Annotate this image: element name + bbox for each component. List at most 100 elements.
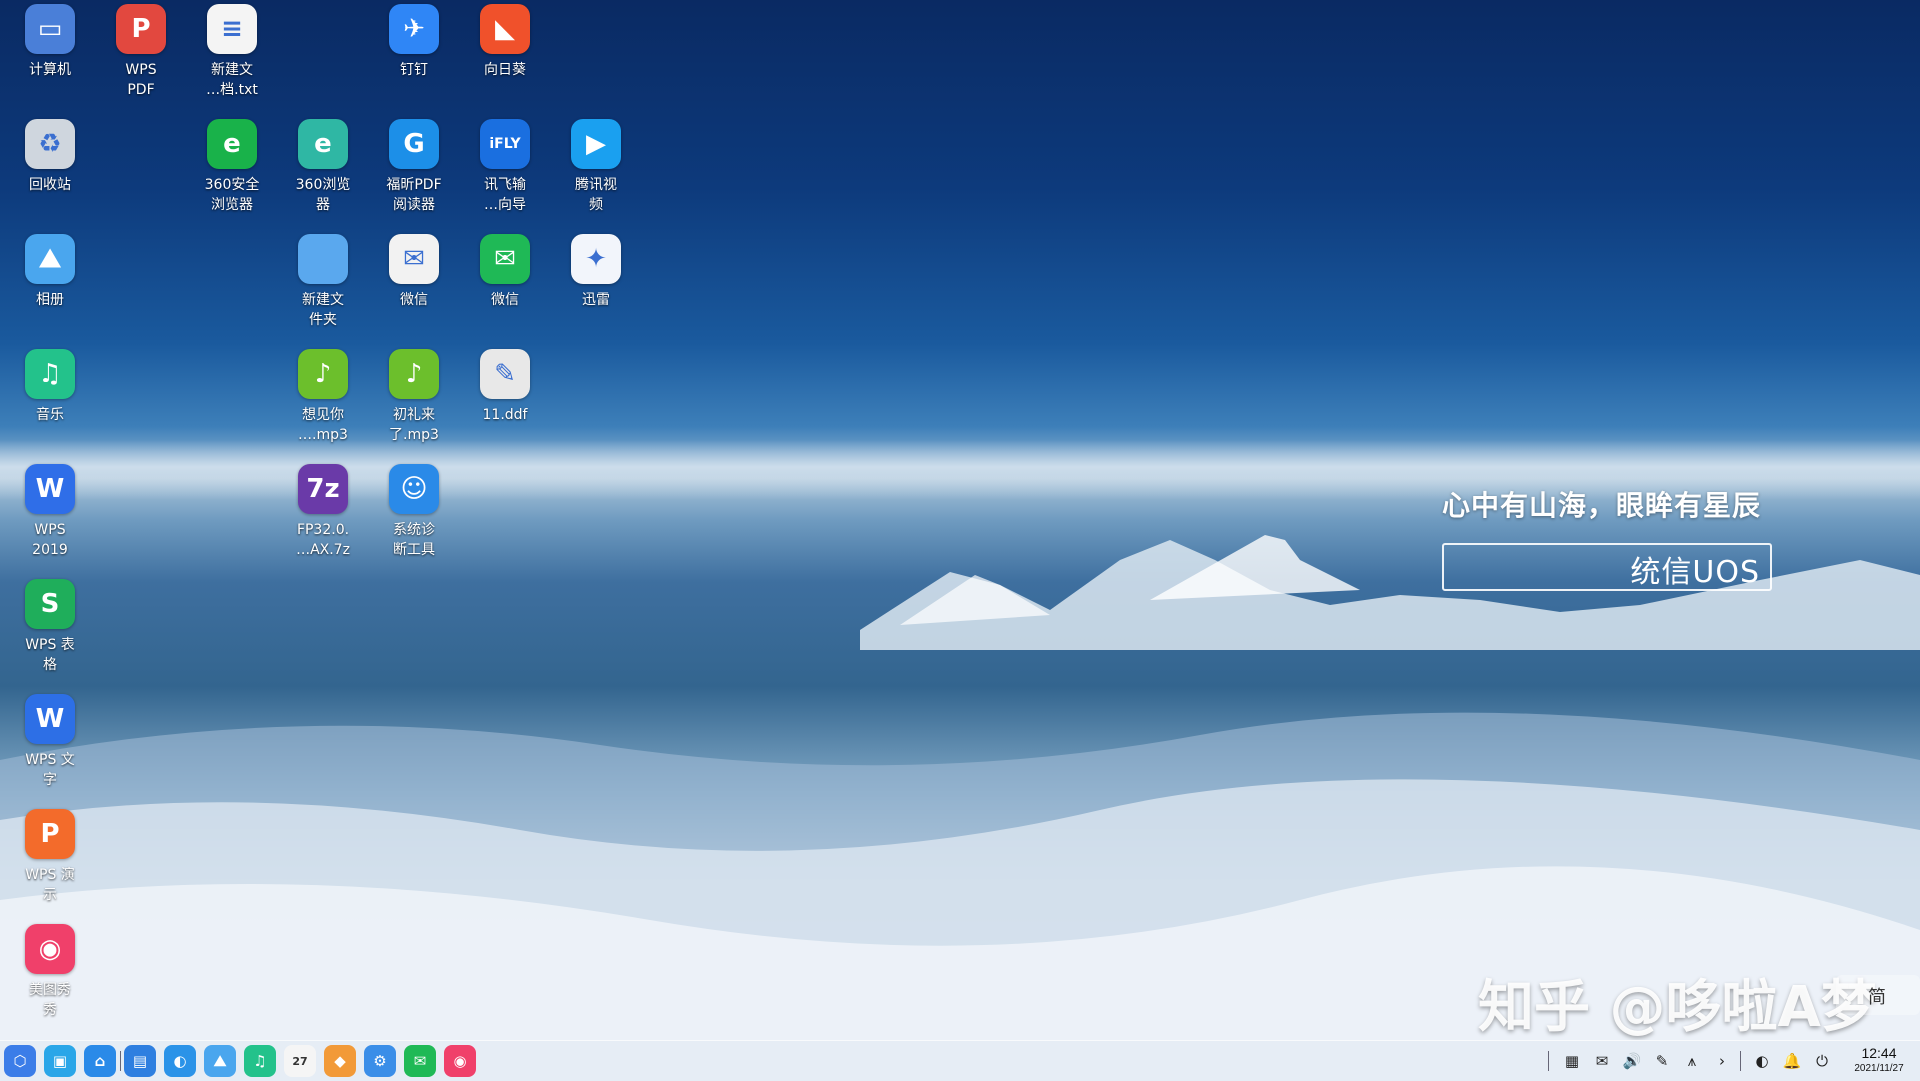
desktop-icon[interactable]: 7z FP32.0. …AX.7z (277, 464, 369, 560)
desktop-icon-label: 腾讯视 频 (575, 177, 617, 213)
desktop-icon-label: 美图秀 秀 (29, 982, 71, 1018)
desktop-icon[interactable]: G 福昕PDF 阅读器 (368, 119, 460, 215)
desktop-icon[interactable]: ◣ 向日葵 (459, 4, 551, 80)
wps-writer-icon: W (25, 694, 75, 744)
foxit-pdf-icon: G (389, 119, 439, 169)
desktop-icon[interactable]: ◉ 美图秀 秀 (4, 924, 96, 1020)
tray-app-icon[interactable]: ▦ (1560, 1049, 1584, 1073)
file-manager-icon[interactable]: ▤ (124, 1045, 156, 1077)
browser-icon[interactable]: ◐ (164, 1045, 196, 1077)
desktop-icon[interactable]: ▭ 计算机 (4, 4, 96, 80)
desktop-icon[interactable]: S WPS 表 格 (4, 579, 96, 675)
desktop-icon-label: 360浏览 器 (295, 177, 351, 213)
meitu-icon[interactable]: ◉ (444, 1045, 476, 1077)
desktop-icon[interactable]: ♫ 音乐 (4, 349, 96, 425)
wps-spreadsheet-icon: S (25, 579, 75, 629)
tray-separator (1740, 1051, 1741, 1071)
taskbar-separator (120, 1051, 121, 1071)
tencent-video-icon: ▶ (571, 119, 621, 169)
desktop-icon[interactable]: P WPS PDF (95, 4, 187, 100)
home-icon[interactable]: ⌂ (84, 1045, 116, 1077)
desktop-icon[interactable]: ♪ 想见你 ….mp3 (277, 349, 369, 445)
launcher-icon[interactable]: ⬡ (4, 1045, 36, 1077)
desktop-icon[interactable]: ♪ 初礼来 了.mp3 (368, 349, 460, 445)
desktop-icon[interactable]: ✦ 迅雷 (550, 234, 642, 310)
multitask-view-icon[interactable]: ▣ (44, 1045, 76, 1077)
volume-icon[interactable]: 🔊 (1620, 1049, 1644, 1073)
desktop-icon[interactable]: ✎ 11.ddf (459, 349, 551, 425)
desktop-icon[interactable]: ✉ 微信 (459, 234, 551, 310)
settings-icon[interactable]: ⚙ (364, 1045, 396, 1077)
album-icon[interactable]: ⛰ (204, 1045, 236, 1077)
text-file-icon: ≡ (207, 4, 257, 54)
wechat-tray-icon[interactable]: ✉ (1590, 1049, 1614, 1073)
wechat-icon[interactable]: ✉ (404, 1045, 436, 1077)
desktop-icon-label: FP32.0. …AX.7z (296, 522, 350, 558)
wallpaper-slogan: 心中有山海，眼眸有星辰 (1442, 489, 1762, 522)
desktop-icon[interactable]: ✉ 微信 (368, 234, 460, 310)
desktop-icon[interactable]: ☺ 系统诊 断工具 (368, 464, 460, 560)
desktop-icon[interactable]: e 360浏览 器 (277, 119, 369, 215)
xunlei-icon: ✦ (571, 234, 621, 284)
desktop-icon-label: WPS PDF (125, 62, 157, 98)
desktop-icon-label: 向日葵 (484, 62, 526, 78)
sunflower-icon: ◣ (480, 4, 530, 54)
desktop-icon-label: 系统诊 断工具 (393, 522, 435, 558)
desktop-icon-label: 11.ddf (482, 407, 528, 423)
computer-icon: ▭ (25, 4, 75, 54)
folder-icon (298, 234, 348, 284)
input-method-bar[interactable]: 简 (1836, 975, 1920, 1015)
music-icon[interactable]: ♫ (244, 1045, 276, 1077)
desktop-icon[interactable]: iFLY 讯飞输 …向导 (459, 119, 551, 215)
desktop-icon[interactable]: P WPS 演 示 (4, 809, 96, 905)
desktop-icon[interactable]: 新建文 件夹 (277, 234, 369, 330)
calendar-icon[interactable]: 27 (284, 1045, 316, 1077)
desktop-icon[interactable]: W WPS 文 字 (4, 694, 96, 790)
music-icon: ♫ (25, 349, 75, 399)
desktop-icon[interactable]: ▶ 腾讯视 频 (550, 119, 642, 215)
desktop-icon-label: 钉钉 (400, 62, 428, 78)
browser-tray-icon[interactable]: ◐ (1750, 1049, 1774, 1073)
mp3-file-icon: ♪ (389, 349, 439, 399)
desktop-icon-label: WPS 演 示 (25, 867, 75, 903)
desktop-icon-label: 想见你 ….mp3 (298, 407, 348, 443)
archive-7z-icon: 7z (298, 464, 348, 514)
desktop-icon[interactable]: ⛰ 相册 (4, 234, 96, 310)
dingtalk-icon: ✈ (389, 4, 439, 54)
desktop-icon[interactable]: ♻ 回收站 (4, 119, 96, 195)
desktop-icon[interactable]: W WPS 2019 (4, 464, 96, 560)
ime-mode-label: 简 (1868, 987, 1886, 1008)
power-icon[interactable]: ⏻ (1810, 1049, 1834, 1073)
trash-icon: ♻ (25, 119, 75, 169)
desktop-icon-label: 讯飞输 …向导 (484, 177, 526, 213)
album-icon: ⛰ (25, 234, 75, 284)
wechat-icon: ✉ (480, 234, 530, 284)
wps-2019-icon: W (25, 464, 75, 514)
360-secure-browser-icon: e (207, 119, 257, 169)
desktop-icon-label: 回收站 (29, 177, 71, 193)
desktop-icon-label: 相册 (36, 292, 64, 308)
pen-icon[interactable]: ✎ (1650, 1049, 1674, 1073)
zhihu-watermark: 知乎 @哆啦A梦 (1478, 975, 1877, 1040)
desktop-icon[interactable]: e 360安全 浏览器 (186, 119, 278, 215)
desktop-icon-label: 新建文 …档.txt (206, 62, 258, 98)
expand-arrow-icon[interactable]: › (1710, 1049, 1734, 1073)
wps-presentation-icon: P (25, 809, 75, 859)
app-store-icon[interactable]: ◆ (324, 1045, 356, 1077)
network-icon[interactable]: ⩚ (1680, 1049, 1704, 1073)
mp3-file-icon: ♪ (298, 349, 348, 399)
taskbar-clock[interactable]: 12:44 2021/11/27 (1846, 1044, 1912, 1076)
desktop-icon-label: 360安全 浏览器 (204, 177, 260, 213)
system-diagnosis-icon: ☺ (389, 464, 439, 514)
clock-time: 12:44 (1861, 1045, 1897, 1061)
notification-bell-icon[interactable]: 🔔 (1780, 1049, 1804, 1073)
desktop-icon-label: 微信 (491, 292, 519, 308)
desktop-icon-label: WPS 表 格 (25, 637, 75, 673)
desktop-icon-label: 计算机 (29, 62, 71, 78)
desktop-icon[interactable]: ≡ 新建文 …档.txt (186, 4, 278, 100)
desktop-icon-label: 音乐 (36, 407, 64, 423)
desktop-icon-label: 福昕PDF 阅读器 (386, 177, 442, 213)
desktop-icon[interactable]: ✈ 钉钉 (368, 4, 460, 80)
desktop-icon-label: WPS 文 字 (25, 752, 75, 788)
wallpaper-brand-box: 统信UOS (1442, 543, 1772, 591)
